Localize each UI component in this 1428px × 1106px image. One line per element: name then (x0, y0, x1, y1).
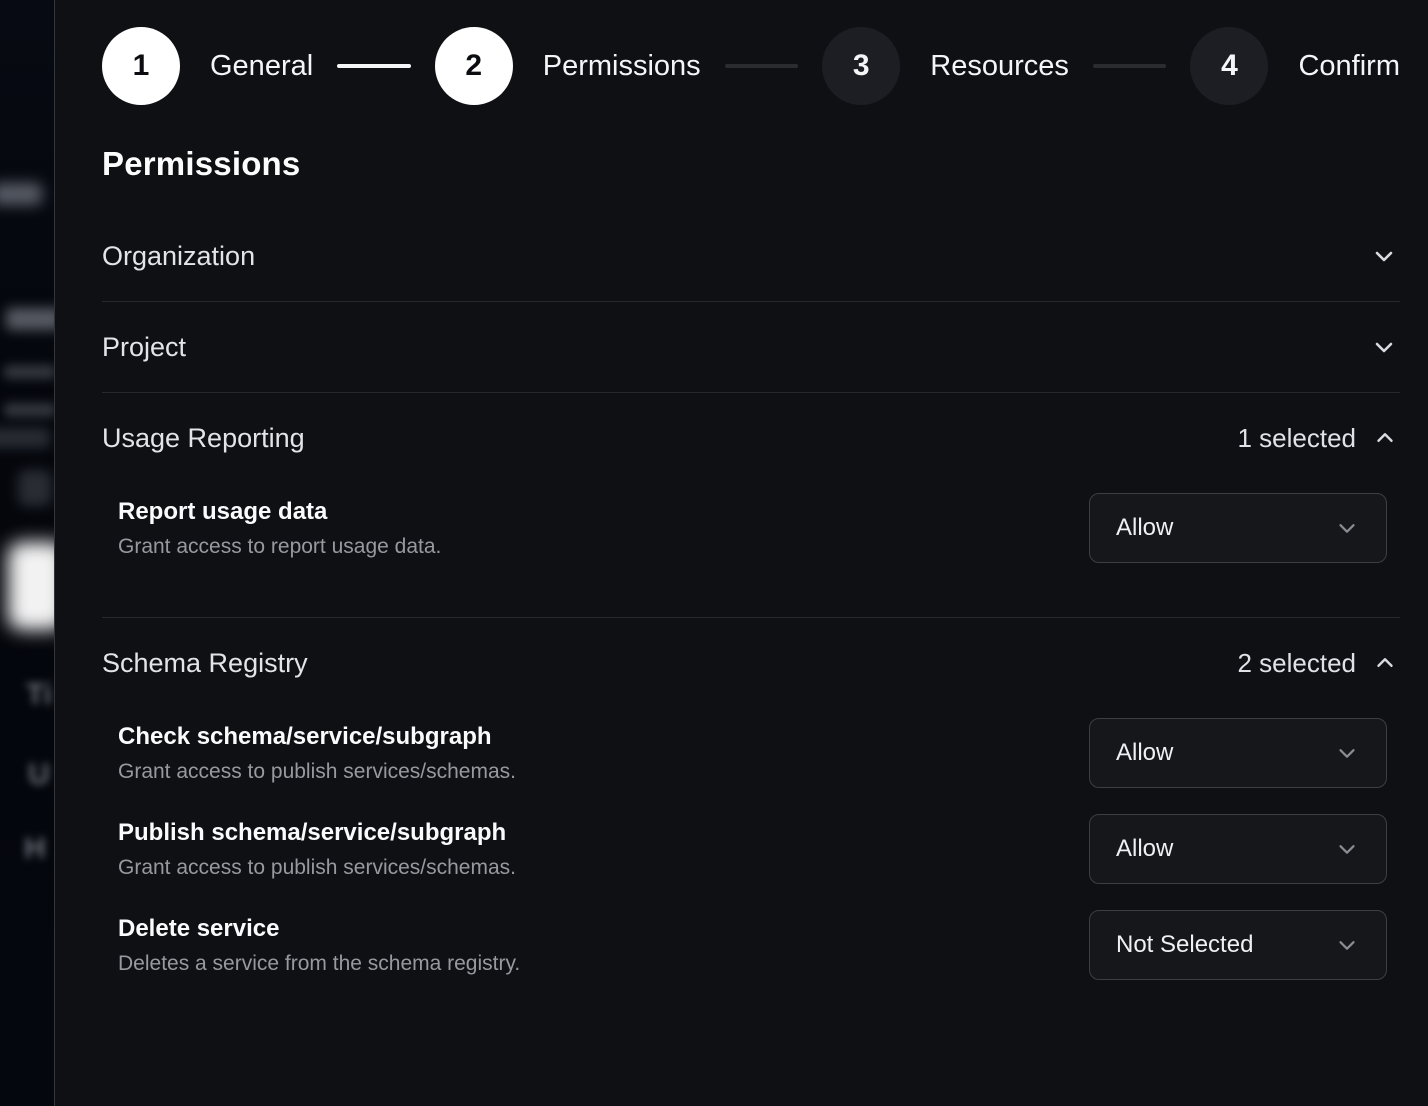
chevron-down-icon (1370, 242, 1398, 270)
blurred-sidebar-icon (18, 470, 52, 506)
chevron-down-icon (1334, 515, 1360, 541)
blurred-sidebar-text (4, 365, 55, 379)
permission-select-value: Allow (1116, 835, 1173, 863)
blurred-sidebar-text: U (28, 758, 50, 792)
section-title: Usage Reporting (102, 421, 305, 455)
wizard-stepper: 1 General 2 Permissions 3 Resources 4 Co… (102, 27, 1400, 105)
chevron-up-icon (1372, 425, 1398, 451)
step-general-number: 1 (102, 27, 180, 105)
blurred-sidebar-text (4, 403, 55, 417)
selected-count: 2 selected (1237, 648, 1356, 679)
section-title: Schema Registry (102, 646, 308, 680)
step-permissions-number: 2 (435, 27, 513, 105)
step-confirm-label: Confirm (1298, 50, 1400, 83)
blurred-sidebar-button (8, 542, 55, 630)
section-usage-reporting-header[interactable]: Usage Reporting 1 selected (102, 393, 1400, 483)
blurred-sidebar-text (0, 428, 50, 448)
section-title: Organization (102, 239, 255, 273)
chevron-down-icon (1370, 333, 1398, 361)
permission-select[interactable]: Allow (1089, 718, 1387, 788)
section-project: Project (102, 302, 1400, 393)
permission-select-value: Allow (1116, 739, 1173, 767)
page-title: Permissions (102, 145, 1400, 183)
permission-row: Delete service Deletes a service from th… (118, 910, 1400, 980)
step-confirm-number: 4 (1190, 27, 1268, 105)
permission-select-value: Not Selected (1116, 931, 1253, 959)
section-schema-registry-header[interactable]: Schema Registry 2 selected (102, 618, 1400, 708)
permission-description: Grant access to publish services/schemas… (118, 854, 516, 881)
step-connector (1093, 64, 1167, 68)
chevron-down-icon (1334, 932, 1360, 958)
permission-row: Check schema/service/subgraph Grant acce… (118, 718, 1400, 788)
section-usage-reporting: Usage Reporting 1 selected Report usage … (102, 393, 1400, 618)
blurred-sidebar-text (6, 308, 55, 330)
section-schema-registry: Schema Registry 2 selected Check schema/… (102, 618, 1400, 1034)
permission-description: Grant access to report usage data. (118, 533, 441, 560)
section-organization-header[interactable]: Organization (102, 211, 1400, 301)
permission-description: Grant access to publish services/schemas… (118, 758, 516, 785)
permission-row: Report usage data Grant access to report… (118, 493, 1400, 563)
permission-select[interactable]: Allow (1089, 493, 1387, 563)
chevron-up-icon (1372, 650, 1398, 676)
permission-select[interactable]: Allow (1089, 814, 1387, 884)
step-confirm[interactable]: 4 Confirm (1190, 27, 1400, 105)
step-permissions[interactable]: 2 Permissions (435, 27, 701, 105)
section-title: Project (102, 330, 186, 364)
step-connector (725, 64, 799, 68)
permission-title: Report usage data (118, 496, 441, 527)
section-project-header[interactable]: Project (102, 302, 1400, 392)
permission-description: Deletes a service from the schema regist… (118, 950, 520, 977)
chevron-down-icon (1334, 740, 1360, 766)
step-resources[interactable]: 3 Resources (822, 27, 1069, 105)
step-connector (337, 64, 411, 68)
permission-title: Delete service (118, 913, 520, 944)
step-resources-label: Resources (930, 50, 1069, 83)
permission-row: Publish schema/service/subgraph Grant ac… (118, 814, 1400, 884)
step-general-label: General (210, 50, 313, 83)
chevron-down-icon (1334, 836, 1360, 862)
wizard-panel: 1 General 2 Permissions 3 Resources 4 Co… (56, 0, 1428, 1106)
step-permissions-label: Permissions (543, 50, 701, 83)
permission-title: Check schema/service/subgraph (118, 721, 516, 752)
blurred-sidebar-text: Ti (26, 678, 52, 712)
blurred-sidebar-badge (0, 183, 42, 205)
background-sidebar: Ti U H (0, 0, 55, 1106)
blurred-sidebar-text: H (24, 832, 46, 866)
section-organization: Organization (102, 211, 1400, 302)
permission-select[interactable]: Not Selected (1089, 910, 1387, 980)
step-resources-number: 3 (822, 27, 900, 105)
permission-title: Publish schema/service/subgraph (118, 817, 516, 848)
selected-count: 1 selected (1237, 423, 1356, 454)
permission-select-value: Allow (1116, 514, 1173, 542)
step-general[interactable]: 1 General (102, 27, 313, 105)
